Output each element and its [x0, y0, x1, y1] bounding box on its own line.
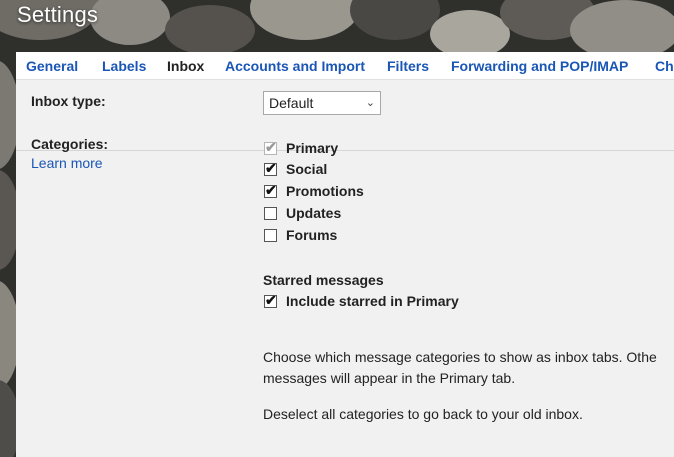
checkbox[interactable]: ✔: [264, 139, 277, 155]
checkmark-icon: ✔: [265, 292, 277, 308]
inbox-type-select[interactable]: Default ⌄: [263, 91, 381, 115]
help-text-line-1: Choose which message categories to show …: [263, 349, 657, 365]
categories-label: Categories:: [31, 136, 109, 152]
category-label: Forums: [286, 227, 338, 243]
tab-filters[interactable]: Filters: [387, 58, 429, 74]
checkmark-icon: ✔: [265, 160, 277, 176]
background-stone: [165, 5, 255, 55]
tab-inbox[interactable]: Inbox: [167, 58, 204, 74]
tab-general[interactable]: General: [26, 58, 78, 74]
background-stone: [430, 10, 510, 58]
learn-more-link[interactable]: Learn more: [31, 155, 103, 171]
checkmark-icon: ✔: [265, 182, 277, 198]
tab-labels[interactable]: Labels: [102, 58, 146, 74]
category-label: Primary: [286, 140, 339, 156]
starred-messages-heading: Starred messages: [263, 272, 384, 288]
checkbox[interactable]: [264, 207, 277, 220]
background-stone: [570, 0, 674, 60]
settings-panel: General Labels Inbox Accounts and Import…: [16, 52, 674, 457]
checkbox[interactable]: ✔: [264, 182, 277, 198]
background-stone: [350, 0, 440, 40]
background-stone: [250, 0, 360, 40]
checkbox[interactable]: ✔: [264, 160, 277, 176]
include-starred-label: Include starred in Primary: [286, 293, 459, 309]
section-divider: [16, 150, 674, 151]
settings-tabs: General Labels Inbox Accounts and Import…: [16, 52, 674, 80]
category-label: Promotions: [286, 183, 364, 199]
help-text-line-2: messages will appear in the Primary tab.: [263, 370, 516, 386]
category-label: Social: [286, 161, 328, 177]
checkbox[interactable]: [264, 229, 277, 242]
help-text-line-3: Deselect all categories to go back to yo…: [263, 406, 583, 422]
page-title: Settings: [17, 2, 99, 27]
checkmark-icon: ✔: [265, 139, 277, 155]
background-stone: [90, 0, 170, 45]
tab-accounts-and-import[interactable]: Accounts and Import: [225, 58, 365, 74]
chevron-down-icon: ⌄: [365, 97, 375, 109]
inbox-type-value: Default: [269, 95, 314, 111]
inbox-type-label: Inbox type:: [31, 93, 106, 109]
checkbox[interactable]: ✔: [264, 292, 277, 308]
tab-chat[interactable]: Ch: [655, 58, 674, 74]
category-label: Updates: [286, 205, 342, 221]
tab-forwarding-pop-imap[interactable]: Forwarding and POP/IMAP: [451, 58, 628, 74]
